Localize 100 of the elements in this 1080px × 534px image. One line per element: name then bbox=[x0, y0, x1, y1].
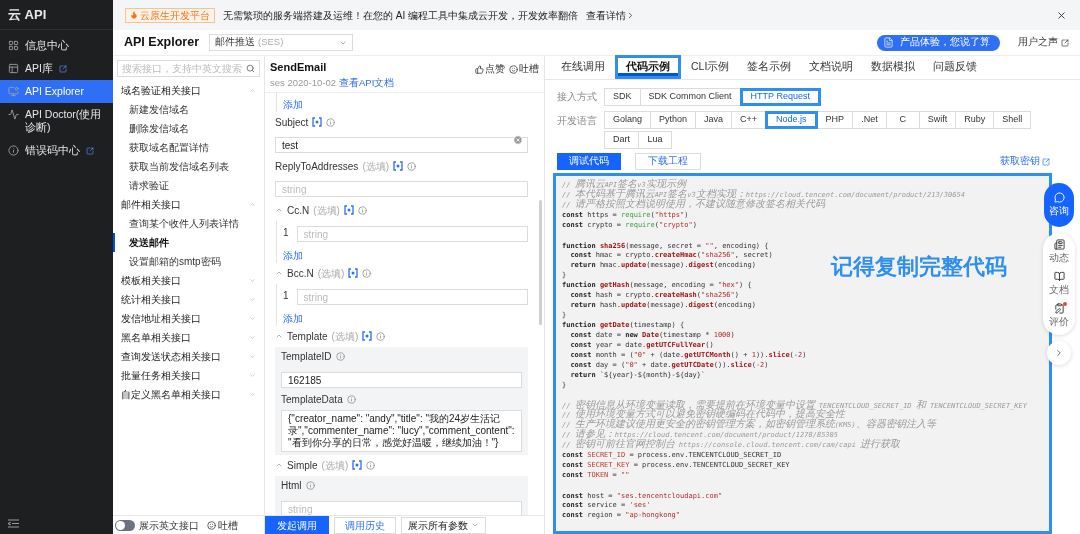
close-icon[interactable] bbox=[1056, 9, 1067, 21]
params-dropdown[interactable]: 展示所有参数 bbox=[401, 516, 486, 534]
toolbar-button[interactable]: 动态 bbox=[1049, 239, 1069, 265]
nav-item[interactable]: 信息中心 bbox=[0, 34, 113, 57]
api-item[interactable]: 新建发信域名 bbox=[113, 100, 264, 119]
collapse-menu-icon[interactable] bbox=[8, 519, 19, 528]
variable-icon[interactable] bbox=[393, 161, 404, 172]
variable-icon[interactable] bbox=[343, 205, 354, 216]
toolbar-button[interactable]: 文档 bbox=[1049, 271, 1069, 297]
option-button[interactable]: Java bbox=[695, 111, 733, 129]
group-header[interactable]: 黑名单相关接口 bbox=[113, 328, 264, 347]
option-button[interactable]: Swift bbox=[918, 111, 957, 129]
api-item[interactable]: 删除发信域名 bbox=[113, 119, 264, 138]
nav-item[interactable]: 错误码中心 bbox=[0, 139, 113, 162]
like-button[interactable]: 点赞 bbox=[475, 62, 505, 77]
info-icon[interactable] bbox=[407, 161, 417, 171]
info-icon[interactable] bbox=[362, 268, 372, 278]
tab[interactable]: CLI示例 bbox=[683, 55, 738, 79]
option-button[interactable]: Ruby bbox=[955, 111, 995, 129]
add-link[interactable]: 添加 bbox=[283, 310, 303, 326]
group-header[interactable]: 发信地址相关接口 bbox=[113, 309, 264, 328]
feedback-button[interactable]: 产品体验，您说了算 bbox=[877, 34, 1000, 51]
option-button[interactable]: Python bbox=[650, 111, 697, 129]
nav-item[interactable]: API Explorer bbox=[0, 80, 113, 103]
option-button[interactable]: SDK Common Client bbox=[639, 88, 741, 106]
banner-text: 无需繁琐的服务端搭建及运维！在您的 AI 编程工具中集成云开发，开发效率翻倍 bbox=[223, 8, 578, 23]
add-link[interactable]: 添加 bbox=[283, 247, 303, 263]
info-icon[interactable] bbox=[346, 395, 356, 405]
history-button[interactable]: 调用历史 bbox=[334, 516, 396, 534]
option-button[interactable]: SDK bbox=[604, 88, 641, 106]
toolbar-button[interactable]: 评价 bbox=[1049, 303, 1069, 329]
info-icon[interactable] bbox=[335, 352, 345, 362]
info-icon[interactable] bbox=[366, 460, 376, 470]
caret-icon bbox=[471, 521, 479, 529]
optional-tag: (选填) bbox=[313, 202, 340, 218]
text-field[interactable]: 162185 bbox=[281, 372, 522, 389]
info-icon[interactable] bbox=[376, 331, 386, 341]
text-field[interactable]: string bbox=[296, 226, 528, 243]
api-item[interactable]: 设置邮箱的smtp密码 bbox=[113, 252, 264, 271]
info-icon[interactable] bbox=[326, 117, 336, 127]
info-icon[interactable] bbox=[305, 481, 315, 491]
add-link[interactable]: 添加 bbox=[283, 96, 303, 112]
complain-button[interactable]: 吐槽 bbox=[509, 62, 539, 77]
option-button[interactable]: Shell bbox=[993, 111, 1032, 129]
doc-link[interactable]: 查看API文档 bbox=[339, 75, 395, 90]
voice-link[interactable]: 用户之声 bbox=[1018, 35, 1069, 50]
group-header[interactable]: 域名验证相关接口 bbox=[113, 81, 264, 100]
text-area[interactable]: {"creator_name": "andy","title": "我的24岁生活记录","commenter_name": "lucy","comment_content": "看到你分享的日常，感觉好温暖，继续加油！"} bbox=[281, 409, 522, 452]
secret-link[interactable]: 获取密钥 bbox=[1000, 154, 1050, 169]
option-button[interactable]: .Net bbox=[852, 111, 887, 129]
brand-title: 云 API bbox=[8, 5, 47, 24]
access-label: 接入方式 bbox=[557, 89, 598, 104]
tab[interactable]: 问题反馈 bbox=[925, 55, 986, 79]
option-button[interactable]: C bbox=[885, 111, 920, 129]
product-select[interactable]: 邮件推送 (SES) bbox=[209, 34, 354, 51]
api-item[interactable]: 查询某个收件人列表详情 bbox=[113, 214, 264, 233]
api-item[interactable]: 获取域名配置详情 bbox=[113, 138, 264, 157]
group-header[interactable]: 自定义黑名单相关接口 bbox=[113, 385, 264, 404]
text-field[interactable]: string bbox=[296, 289, 528, 306]
option-button[interactable]: Dart bbox=[604, 131, 639, 149]
tab[interactable]: 文档说明 bbox=[801, 55, 862, 79]
option-button[interactable]: Golang bbox=[604, 111, 652, 129]
code-action-button[interactable]: 下载工程 bbox=[635, 153, 701, 170]
variable-icon[interactable] bbox=[352, 460, 363, 471]
flame-icon bbox=[130, 11, 138, 19]
toggle-switch[interactable] bbox=[115, 519, 135, 531]
text-field[interactable]: test bbox=[275, 137, 528, 154]
tab[interactable]: 在线调用 bbox=[553, 55, 613, 79]
window-icon bbox=[8, 63, 19, 74]
code-action-button[interactable]: 调试代码 bbox=[557, 153, 621, 170]
toggle-label: 展示英文接口 bbox=[139, 518, 199, 533]
info-icon[interactable] bbox=[357, 205, 367, 215]
search-icon[interactable] bbox=[246, 64, 255, 73]
feedback-link[interactable]: 吐槽 bbox=[207, 517, 238, 533]
option-button[interactable]: C++ bbox=[731, 111, 767, 129]
option-button[interactable]: Lua bbox=[638, 131, 672, 149]
variable-icon[interactable] bbox=[362, 331, 373, 342]
text-field[interactable]: string bbox=[275, 181, 528, 198]
option-button[interactable]: Node.js bbox=[765, 111, 818, 129]
group-header[interactable]: 查询发送状态相关接口 bbox=[113, 347, 264, 366]
tab[interactable]: 数据模拟 bbox=[863, 55, 924, 79]
api-item[interactable]: 请求验证 bbox=[113, 176, 264, 195]
option-button[interactable]: HTTP Request bbox=[739, 88, 821, 106]
group-header[interactable]: 批量任务相关接口 bbox=[113, 366, 264, 385]
group-header[interactable]: 模板相关接口 bbox=[113, 271, 264, 290]
details-link[interactable]: 查看详情 bbox=[586, 7, 635, 23]
nav-item[interactable]: API库 bbox=[0, 57, 113, 80]
invoke-button[interactable]: 发起调用 bbox=[265, 516, 329, 534]
clear-icon[interactable] bbox=[513, 135, 523, 146]
search-field[interactable]: 搜索接口，支持中英文搜索 bbox=[117, 60, 260, 77]
group-header[interactable]: 邮件相关接口 bbox=[113, 195, 264, 214]
scrollbar-thumb[interactable] bbox=[539, 199, 542, 325]
nav-item[interactable]: API Doctor(使用诊断) bbox=[0, 103, 113, 139]
api-item[interactable]: 获取当前发信域名列表 bbox=[113, 157, 264, 176]
text-field[interactable]: string bbox=[281, 501, 522, 515]
tab[interactable]: 签名示例 bbox=[739, 55, 800, 79]
group-header[interactable]: 统计相关接口 bbox=[113, 290, 264, 309]
tab[interactable]: 代码示例 bbox=[615, 55, 681, 79]
variable-icon[interactable] bbox=[348, 268, 359, 279]
variable-icon[interactable] bbox=[312, 117, 323, 128]
